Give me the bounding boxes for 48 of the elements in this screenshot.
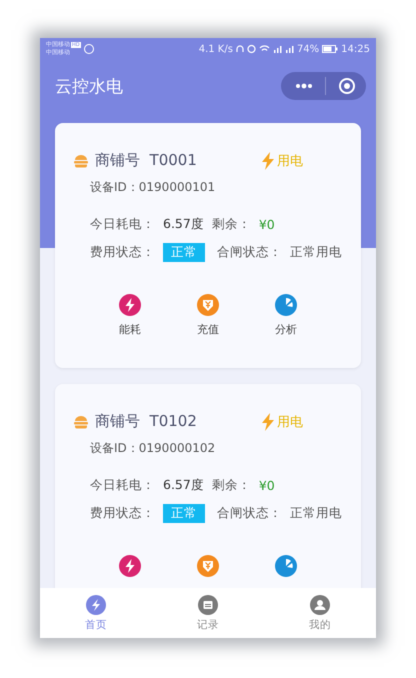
fee-status: 正常 — [163, 504, 205, 523]
fee-status-label: 费用状态： — [90, 505, 155, 522]
recharge-circle-icon[interactable] — [197, 555, 219, 577]
usage-label: 今日耗电： — [90, 477, 155, 494]
usage-value: 6.57度 — [163, 216, 204, 233]
fee-status: 正常 — [163, 243, 205, 262]
device-id: 设备ID：0190000101 — [90, 179, 216, 196]
capsule-menu[interactable] — [281, 72, 366, 100]
more-icon[interactable] — [295, 83, 313, 89]
app-title: 云控水电 — [55, 76, 123, 98]
tab-item[interactable]: 我的 — [290, 594, 350, 632]
pie-chart-icon[interactable] — [275, 555, 297, 577]
balance-label: 剩余： — [212, 477, 251, 494]
balance-label: 剩余： — [212, 216, 251, 233]
device-id: 设备ID：0190000102 — [90, 440, 216, 457]
power-mode: 用电 — [277, 152, 303, 170]
lightning-circle-icon[interactable] — [119, 555, 141, 577]
battery-percent: 74% — [296, 44, 320, 54]
lightning-circle-icon[interactable] — [119, 294, 141, 316]
network-speed: 4.1 K/s — [198, 44, 233, 54]
shop-number: 商铺号 T0102 — [95, 412, 197, 431]
battery-icon — [322, 45, 338, 53]
switch-status-label: 合闸状态： — [217, 505, 282, 522]
switch-status-label: 合闸状态： — [217, 244, 282, 261]
fee-status-label: 费用状态： — [90, 244, 155, 261]
balance-value: ¥0 — [258, 217, 275, 232]
signal-icon — [272, 44, 282, 54]
power-mode: 用电 — [277, 414, 303, 430]
lightning-icon — [261, 412, 275, 430]
action-label[interactable]: 分析 — [275, 322, 297, 337]
switch-status: 正常用电 — [290, 505, 342, 522]
clock-time: 14:25 — [341, 44, 370, 54]
lightning-icon — [261, 152, 275, 170]
pie-chart-icon[interactable] — [275, 294, 297, 316]
usage-label: 今日耗电： — [90, 216, 155, 233]
tab-item[interactable]: 记录 — [178, 594, 238, 632]
switch-status: 正常用电 — [290, 244, 342, 261]
usage-value: 6.57度 — [163, 477, 204, 494]
action-label[interactable]: 充值 — [197, 322, 219, 337]
close-target-icon[interactable] — [338, 77, 356, 95]
calendar-icon[interactable] — [198, 594, 218, 614]
action-label[interactable]: 能耗 — [119, 322, 141, 337]
shop-number: 商铺号 T0001 — [95, 151, 197, 170]
lightning-circle-icon[interactable] — [86, 594, 106, 614]
user-icon[interactable] — [310, 594, 330, 614]
signal-icon — [284, 44, 294, 54]
recharge-circle-icon[interactable] — [197, 294, 219, 316]
balance-value: ¥0 — [258, 478, 275, 493]
